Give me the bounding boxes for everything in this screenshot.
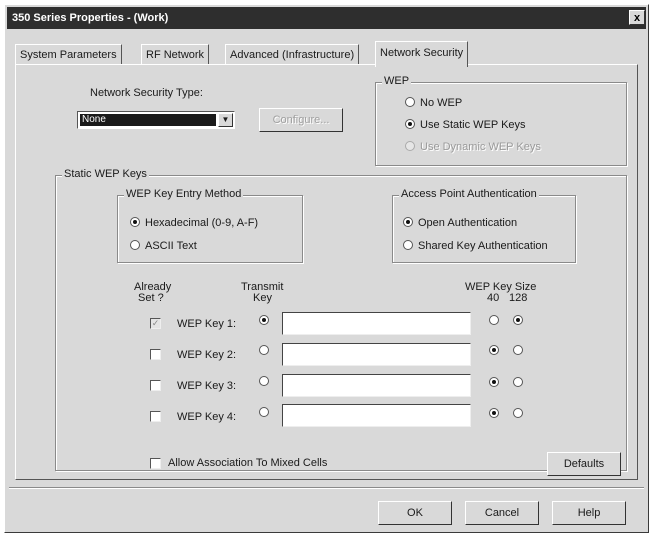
radio-shared-key-auth[interactable]: Shared Key Authentication: [403, 240, 548, 254]
tab-system-parameters[interactable]: System Parameters: [15, 44, 122, 65]
radio-circle: [405, 97, 415, 107]
wep-group-title: WEP: [382, 75, 412, 87]
wep-key-label: WEP Key 3:: [177, 380, 237, 392]
radio-label: Open Authentication: [418, 217, 518, 229]
radio-label: Shared Key Authentication: [418, 240, 548, 252]
key-size-40-radio-4[interactable]: [489, 408, 499, 418]
tab-rf-network[interactable]: RF Network: [141, 44, 210, 65]
radio-static-wep[interactable]: Use Static WEP Keys: [405, 119, 526, 133]
close-icon: x: [633, 12, 641, 24]
transmit-key-radio-3[interactable]: [259, 376, 269, 386]
radio-open-auth[interactable]: Open Authentication: [403, 217, 517, 231]
mixed-cells-label: Allow Association To Mixed Cells: [168, 457, 328, 469]
radio-circle-selected: [403, 217, 413, 227]
configure-button[interactable]: Configure...: [259, 108, 343, 132]
tab-label: RF Network: [146, 49, 205, 61]
security-type-select[interactable]: None ▼: [77, 111, 235, 129]
transmit-key-radio-1[interactable]: [259, 315, 269, 325]
entry-method-title: WEP Key Entry Method: [124, 188, 244, 200]
wep-key-label: WEP Key 1:: [177, 318, 237, 330]
key-size-128-radio-2[interactable]: [513, 345, 523, 355]
mixed-cells-checkbox[interactable]: [150, 458, 161, 469]
ok-button[interactable]: OK: [378, 501, 452, 525]
radio-no-wep[interactable]: No WEP: [405, 97, 462, 111]
radio-circle-selected: [405, 119, 415, 129]
chevron-down-icon[interactable]: ▼: [218, 113, 233, 127]
radio-label: Hexadecimal (0-9, A-F): [145, 217, 259, 229]
key-size-128-radio-4[interactable]: [513, 408, 523, 418]
key-size-40-header: 40: [487, 292, 500, 304]
wep-key-label: WEP Key 4:: [177, 411, 237, 423]
transmit-key-radio-2[interactable]: [259, 345, 269, 355]
transmit-key-radio-4[interactable]: [259, 407, 269, 417]
wep-key-label: WEP Key 2:: [177, 349, 237, 361]
security-type-label: Network Security Type:: [90, 87, 203, 99]
ap-auth-title: Access Point Authentication: [399, 188, 539, 200]
key-size-128-radio-3[interactable]: [513, 377, 523, 387]
security-type-value: None: [80, 114, 216, 126]
key-size-40-radio-3[interactable]: [489, 377, 499, 387]
already-set-header-2: Set ?: [138, 292, 164, 304]
close-button[interactable]: x: [629, 10, 645, 25]
cancel-button[interactable]: Cancel: [465, 501, 539, 525]
radio-label: Use Dynamic WEP Keys: [420, 141, 541, 153]
radio-dynamic-wep[interactable]: Use Dynamic WEP Keys: [405, 141, 541, 155]
radio-ascii-text[interactable]: ASCII Text: [130, 240, 197, 254]
already-set-checkbox-4[interactable]: [150, 411, 161, 422]
tab-label: Network Security: [380, 47, 464, 59]
title-bar[interactable]: 350 Series Properties - (Work) x: [7, 7, 646, 29]
key-size-40-radio-1[interactable]: [489, 315, 499, 325]
key-size-128-header: 128: [509, 292, 528, 304]
footer-divider: [9, 487, 644, 489]
tab-label: Advanced (Infrastructure): [230, 49, 355, 61]
key-size-40-radio-2[interactable]: [489, 345, 499, 355]
help-button[interactable]: Help: [552, 501, 626, 525]
radio-circle: [403, 240, 413, 250]
radio-label: Use Static WEP Keys: [420, 119, 526, 131]
wep-key-1-input[interactable]: [282, 312, 471, 335]
tab-advanced-infrastructure[interactable]: Advanced (Infrastructure): [225, 44, 360, 65]
tab-network-security[interactable]: Network Security: [375, 41, 469, 67]
defaults-button[interactable]: Defaults: [547, 452, 621, 476]
radio-circle-disabled: [405, 141, 415, 151]
radio-circle-selected: [130, 217, 140, 227]
properties-dialog: 350 Series Properties - (Work) x System …: [4, 4, 649, 533]
wep-key-3-input[interactable]: [282, 374, 471, 397]
tab-label: System Parameters: [20, 49, 117, 61]
transmit-key-header-2: Key: [253, 292, 272, 304]
static-wep-keys-title: Static WEP Keys: [62, 168, 149, 180]
already-set-checkbox-3[interactable]: [150, 380, 161, 391]
wep-key-2-input[interactable]: [282, 343, 471, 366]
radio-circle: [130, 240, 140, 250]
window-title: 350 Series Properties - (Work): [12, 12, 169, 24]
radio-label: ASCII Text: [145, 240, 197, 252]
radio-hexadecimal[interactable]: Hexadecimal (0-9, A-F): [130, 217, 258, 231]
wep-key-4-input[interactable]: [282, 404, 471, 427]
key-size-128-radio-1[interactable]: [513, 315, 523, 325]
already-set-checkbox-1[interactable]: ✓: [150, 318, 161, 329]
radio-label: No WEP: [420, 97, 463, 109]
already-set-checkbox-2[interactable]: [150, 349, 161, 360]
